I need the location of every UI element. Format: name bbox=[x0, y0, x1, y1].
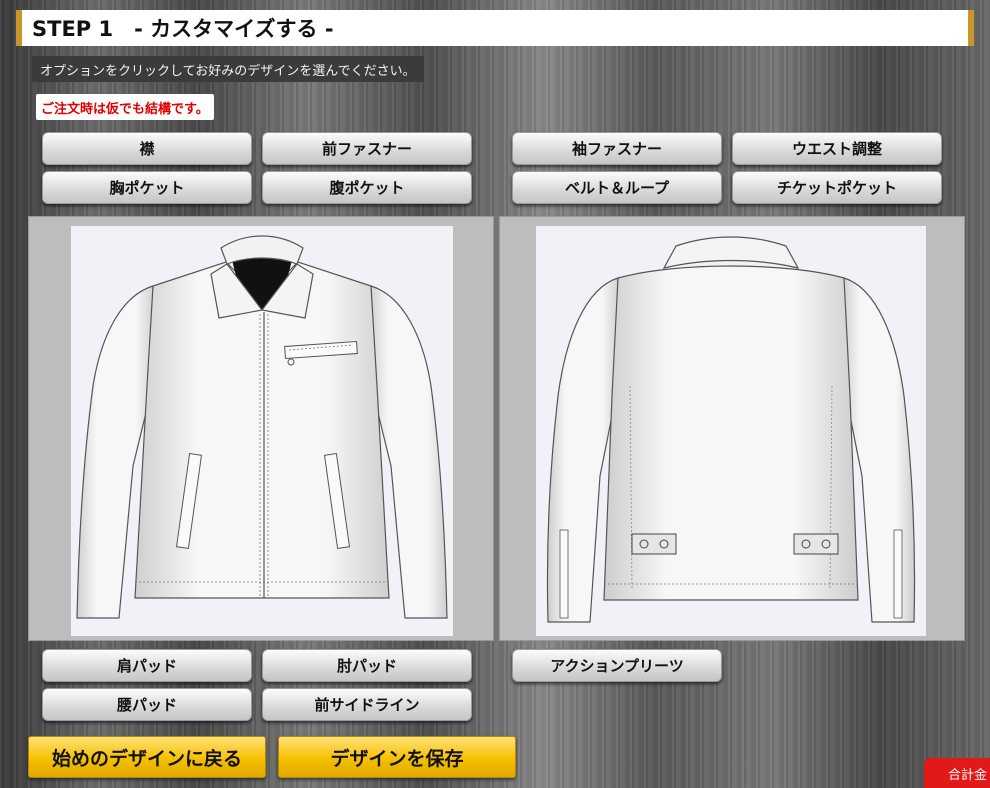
total-price-button[interactable]: 合計金 bbox=[924, 758, 990, 788]
front-view-panel bbox=[28, 216, 494, 641]
option-waist-adjust-button[interactable]: ウエスト調整 bbox=[732, 132, 942, 165]
order-note: ご注文時は仮でも結構です。 bbox=[36, 94, 214, 120]
option-belt-loop-button[interactable]: ベルト＆ループ bbox=[512, 171, 722, 204]
instruction-text: オプションをクリックしてお好みのデザインを選んでください。 bbox=[32, 56, 424, 82]
option-action-pleats-button[interactable]: アクションプリーツ bbox=[512, 649, 722, 682]
front-view-canvas bbox=[71, 226, 453, 636]
reset-design-button[interactable]: 始めのデザインに戻る bbox=[28, 736, 266, 778]
step-title: STEP 1 - カスタマイズする - bbox=[32, 17, 334, 41]
option-belly-pocket-button[interactable]: 腹ポケット bbox=[262, 171, 472, 204]
option-front-side-line-button[interactable]: 前サイドライン bbox=[262, 688, 472, 721]
option-chest-pocket-button[interactable]: 胸ポケット bbox=[42, 171, 252, 204]
back-view-panel bbox=[499, 216, 965, 641]
option-elbow-pad-button[interactable]: 肘パッド bbox=[262, 649, 472, 682]
option-collar-button[interactable]: 襟 bbox=[42, 132, 252, 165]
option-sleeve-zipper-button[interactable]: 袖ファスナー bbox=[512, 132, 722, 165]
option-shoulder-pad-button[interactable]: 肩パッド bbox=[42, 649, 252, 682]
back-view-canvas bbox=[536, 226, 926, 636]
option-ticket-pocket-button[interactable]: チケットポケット bbox=[732, 171, 942, 204]
option-front-zipper-button[interactable]: 前ファスナー bbox=[262, 132, 472, 165]
step-header: STEP 1 - カスタマイズする - bbox=[16, 10, 974, 46]
option-waist-pad-button[interactable]: 腰パッド bbox=[42, 688, 252, 721]
save-design-button[interactable]: デザインを保存 bbox=[278, 736, 516, 778]
jacket-front-illustration bbox=[76, 235, 448, 619]
jacket-back-illustration bbox=[546, 236, 916, 623]
